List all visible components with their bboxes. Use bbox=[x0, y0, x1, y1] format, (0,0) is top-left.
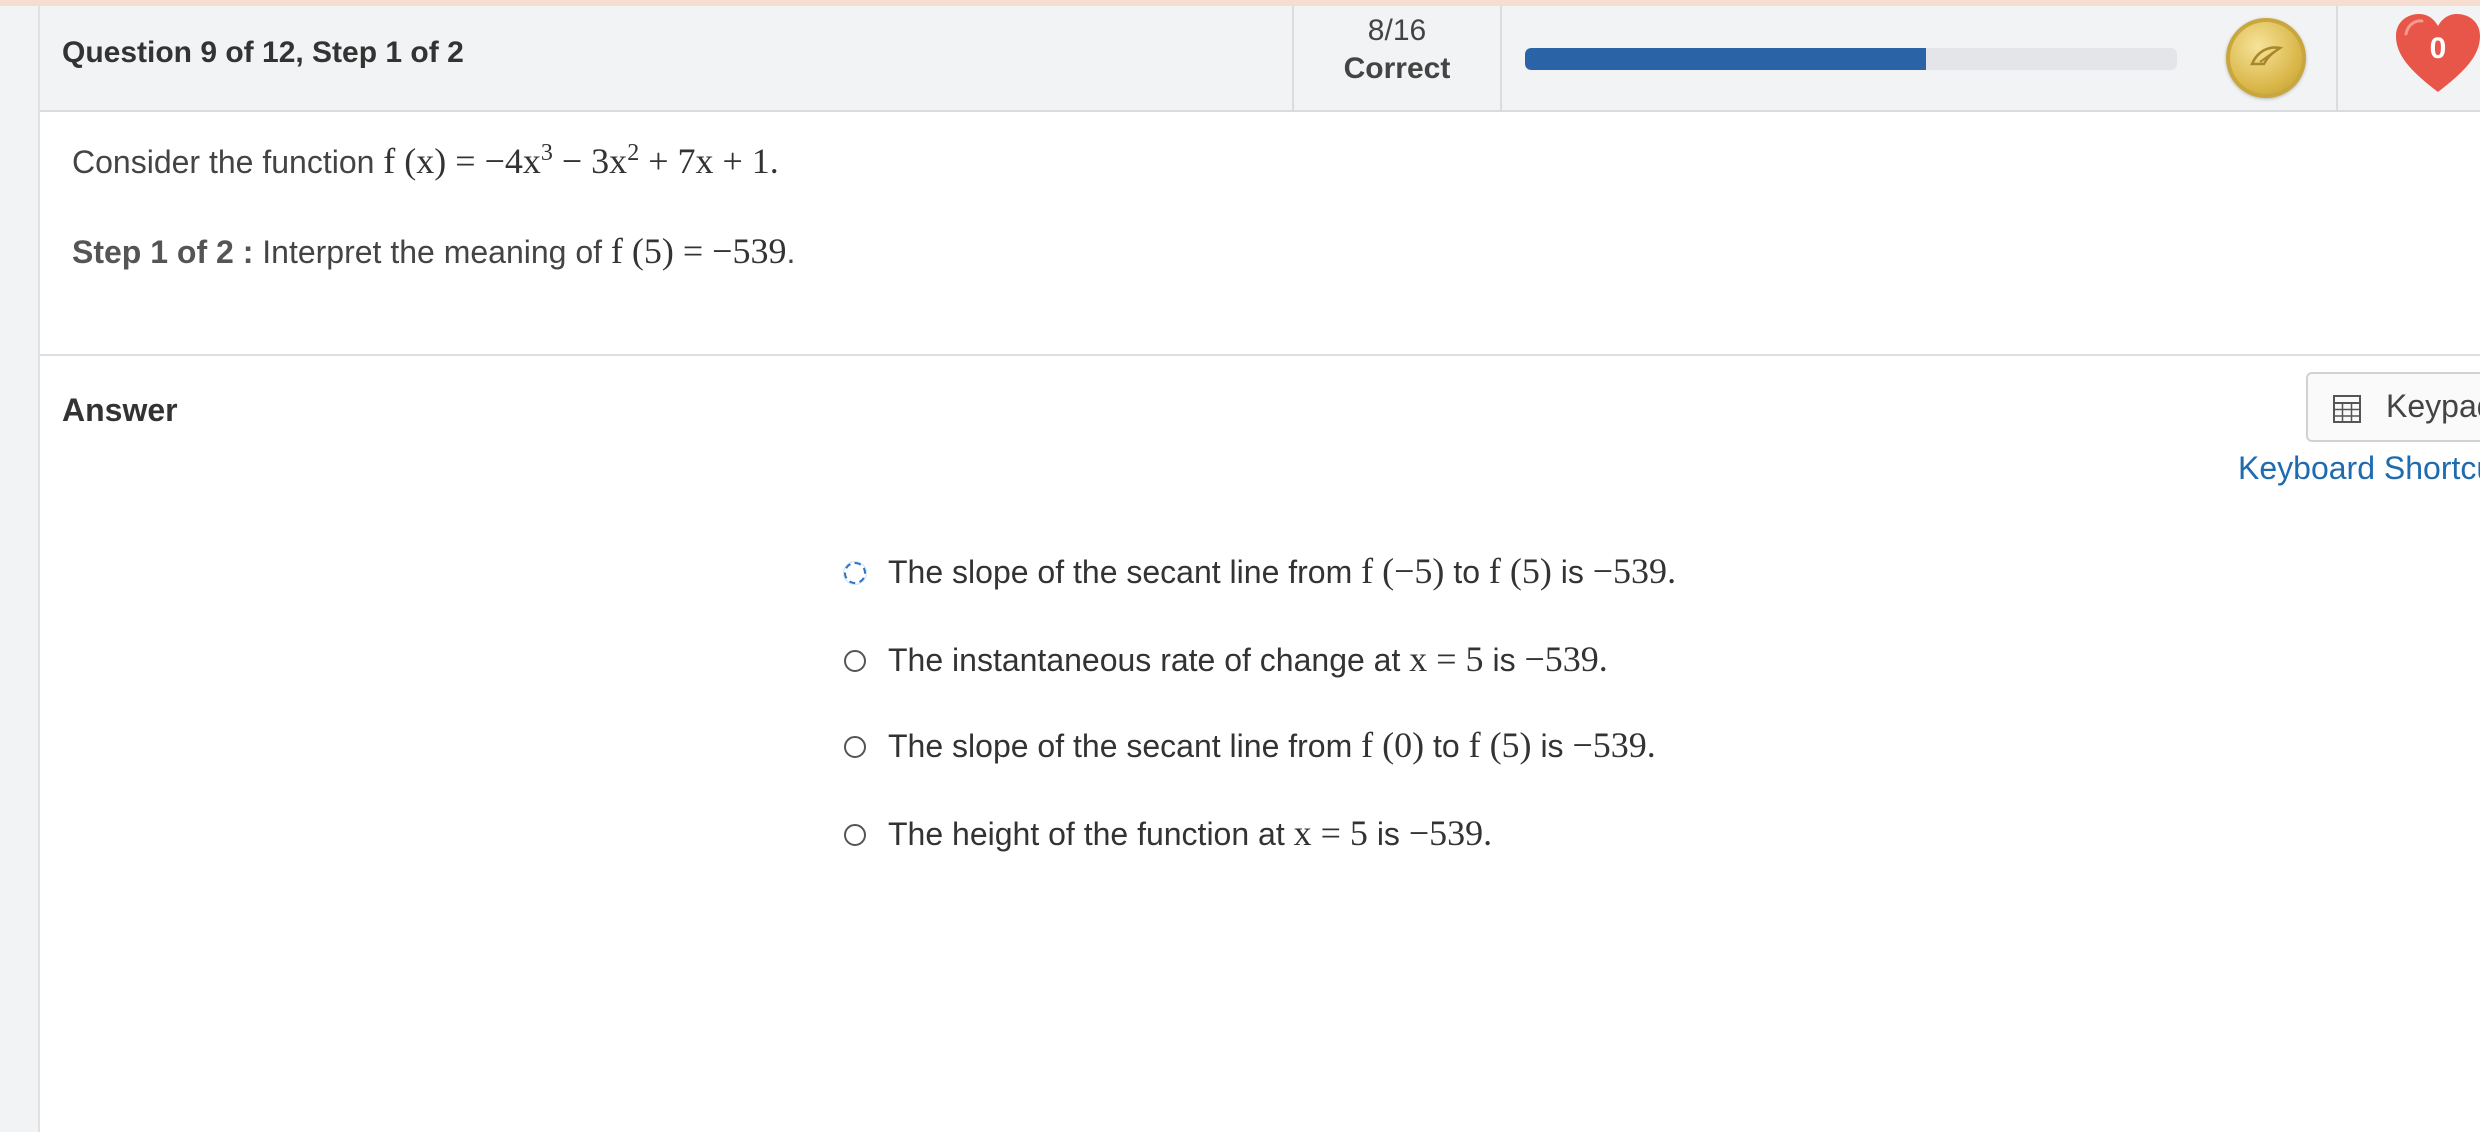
answer-heading: Answer bbox=[62, 392, 178, 428]
radio-option-1[interactable] bbox=[844, 562, 866, 584]
calculator-icon bbox=[2333, 395, 2361, 423]
question-title: Question 9 of 12, Step 1 of 2 bbox=[62, 36, 464, 69]
step-text: Interpret the meaning of bbox=[253, 234, 611, 270]
question-intro: Consider the function bbox=[72, 144, 384, 180]
section-divider bbox=[40, 354, 2480, 356]
step-end: . bbox=[786, 234, 796, 270]
keypad-button[interactable]: Keypad bbox=[2306, 372, 2480, 442]
header-divider bbox=[2336, 6, 2338, 110]
step-label: Step 1 of 2 : bbox=[72, 234, 254, 270]
score-panel: 8/16 Correct bbox=[1292, 6, 1502, 110]
question-header: Question 9 of 12, Step 1 of 2 8/16 Corre… bbox=[40, 6, 2480, 112]
option-1-text: The slope of the secant line from f (−5)… bbox=[888, 551, 1677, 591]
lives-count: 0 bbox=[2429, 32, 2447, 65]
score-fraction: 8/16 bbox=[1367, 14, 1427, 47]
keypad-label: Keypad bbox=[2386, 388, 2480, 424]
keyboard-shortcuts-link[interactable]: Keyboard Shortcuts bbox=[2238, 450, 2480, 487]
radio-option-2[interactable] bbox=[844, 650, 866, 672]
step-instruction: Step 1 of 2 : Interpret the meaning of f… bbox=[72, 230, 795, 272]
question-prompt: Consider the function f (x) = −4x3 − 3x2… bbox=[72, 140, 779, 182]
left-gutter bbox=[0, 6, 40, 1132]
function-math: f (x) = −4x3 − 3x2 + 7x + 1. bbox=[383, 140, 779, 181]
option-2-text: The instantaneous rate of change at x = … bbox=[888, 639, 1608, 679]
progress-bar-fill bbox=[1525, 48, 1926, 70]
radio-option-3[interactable] bbox=[844, 736, 866, 758]
coin-icon[interactable] bbox=[2226, 18, 2306, 98]
option-4-text: The height of the function at x = 5 is −… bbox=[888, 813, 1493, 853]
step-math: f (5) = −539 bbox=[610, 231, 787, 271]
score-label: Correct bbox=[1343, 52, 1451, 85]
coin-emblem-icon bbox=[2250, 46, 2284, 66]
radio-option-4[interactable] bbox=[844, 824, 866, 846]
progress-bar bbox=[1525, 48, 2177, 70]
option-3-text: The slope of the secant line from f (0) … bbox=[888, 725, 1656, 765]
